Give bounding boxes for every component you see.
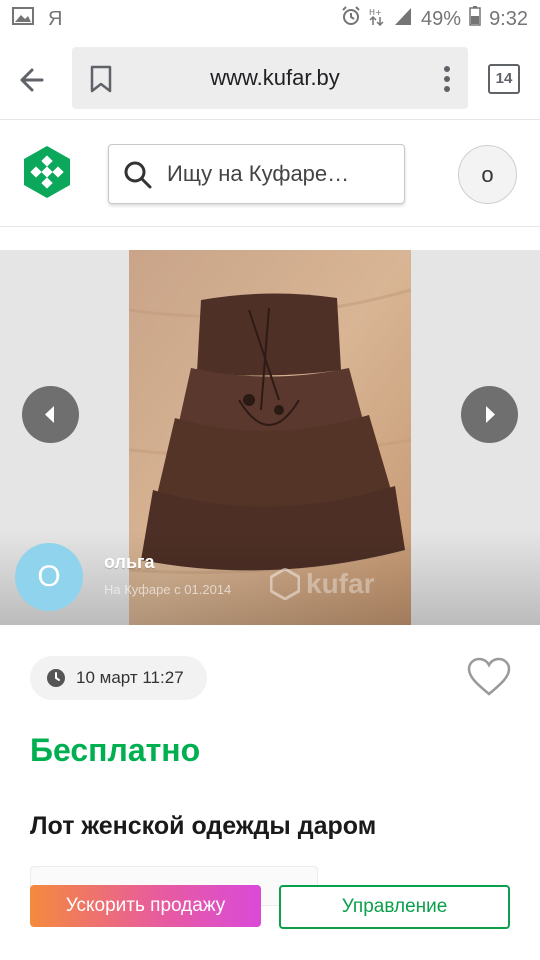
price: Бесплатно <box>30 732 201 768</box>
listing-title: Лот женской одежды даром <box>30 812 377 840</box>
battery-percent: 49% <box>421 7 462 30</box>
seller-avatar[interactable]: О <box>15 543 83 611</box>
heart-icon[interactable] <box>467 657 511 697</box>
manage-button[interactable]: Управление <box>279 885 510 929</box>
promote-button[interactable]: Ускорить продажу <box>30 885 261 927</box>
date-chip: 10 март 11:27 <box>30 656 207 700</box>
signal-icon <box>393 6 413 32</box>
seller-name[interactable]: ольга <box>104 552 155 573</box>
more-vert-icon[interactable] <box>442 65 452 93</box>
search-icon[interactable] <box>123 160 153 190</box>
photo-gallery[interactable]: kufar О ольга На Куфаре с 01.2014 <box>0 250 540 625</box>
search-input[interactable] <box>167 145 397 203</box>
kufar-logo[interactable] <box>22 145 72 199</box>
kufar-watermark: kufar <box>270 568 374 600</box>
user-avatar-button[interactable]: о <box>458 145 517 204</box>
site-header: о <box>0 121 540 227</box>
url-text[interactable]: www.kufar.by <box>132 47 418 109</box>
clock-icon <box>47 669 65 687</box>
yandex-icon: Я <box>48 7 63 30</box>
tabs-count-button[interactable]: 14 <box>488 64 520 94</box>
chevron-left-icon <box>45 406 54 423</box>
image-icon <box>12 7 34 31</box>
back-arrow-icon[interactable] <box>16 62 56 98</box>
page: Я H+ 49% 9:32 www.kufar.by 14 Ищу на Куф… <box>0 0 540 960</box>
clock: 9:32 <box>489 7 528 30</box>
alarm-icon <box>341 6 361 32</box>
address-bar[interactable]: www.kufar.by <box>72 47 468 109</box>
chevron-right-icon <box>486 406 495 423</box>
data-arrows-icon: H+ <box>369 6 385 32</box>
next-photo-button[interactable] <box>461 386 518 443</box>
posted-date: 10 март 11:27 <box>76 668 184 687</box>
watermark-text: kufar <box>306 568 375 599</box>
status-bar: Я H+ 49% 9:32 <box>0 0 540 38</box>
prev-photo-button[interactable] <box>22 386 79 443</box>
search-box[interactable] <box>108 144 405 204</box>
seller-since: На Куфаре с 01.2014 <box>104 582 232 597</box>
bookmark-icon[interactable] <box>88 65 114 93</box>
browser-toolbar: www.kufar.by 14 <box>0 38 540 120</box>
svg-text:H+: H+ <box>369 8 382 17</box>
battery-icon <box>469 6 481 32</box>
